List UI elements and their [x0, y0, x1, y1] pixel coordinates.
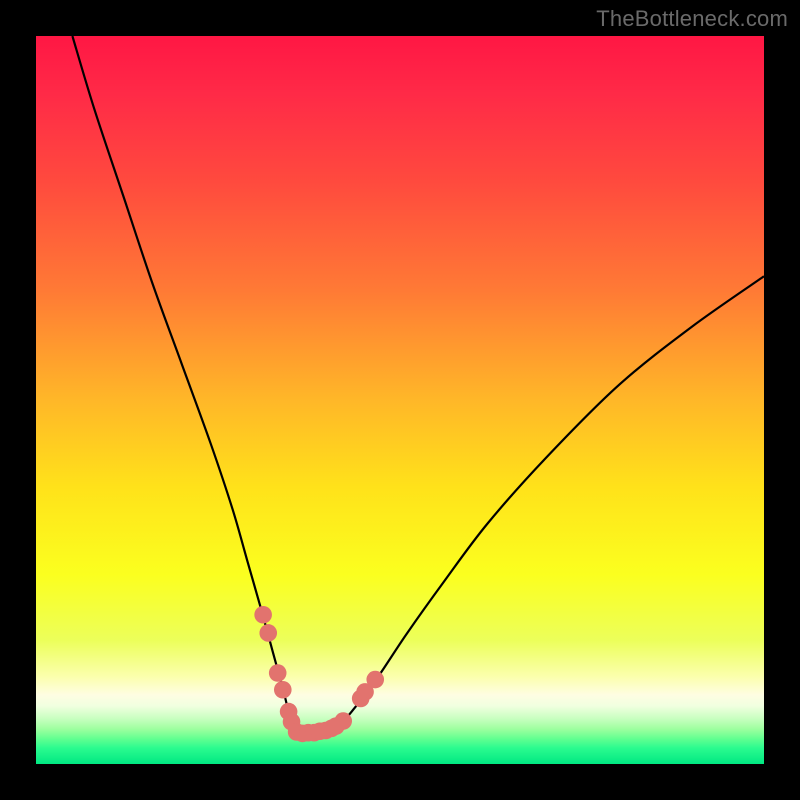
- curve-marker: [259, 624, 277, 642]
- chart-container: TheBottleneck.com: [0, 0, 800, 800]
- curve-marker: [366, 671, 384, 689]
- curve-marker: [334, 712, 352, 730]
- gradient-background: [36, 36, 764, 764]
- curve-marker: [254, 606, 272, 624]
- chart-svg: [36, 36, 764, 764]
- curve-marker: [274, 681, 292, 699]
- watermark-text: TheBottleneck.com: [596, 6, 788, 32]
- curve-marker: [269, 664, 287, 682]
- plot-area: [36, 36, 764, 764]
